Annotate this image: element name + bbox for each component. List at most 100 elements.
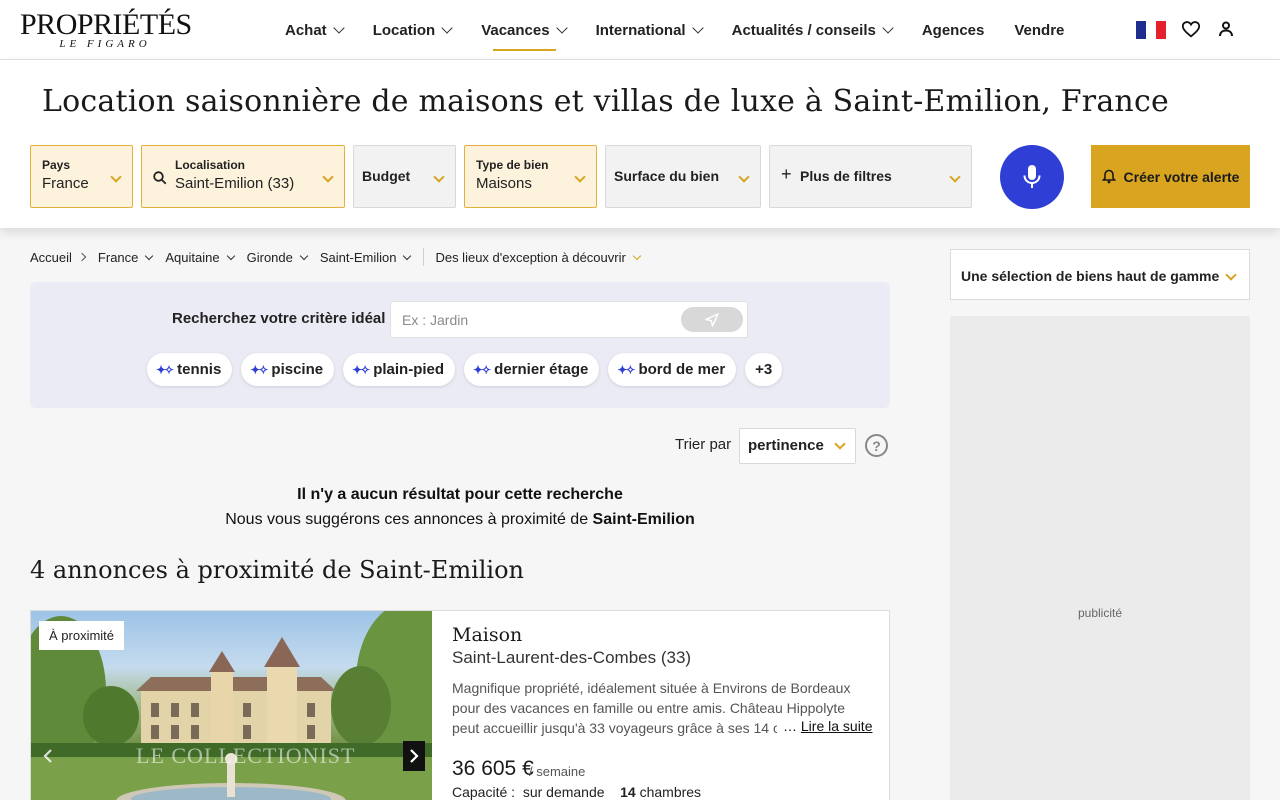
sparkle-icon: ✦✧ — [473, 362, 491, 377]
breadcrumb-divider — [423, 248, 425, 266]
tag-piscine[interactable]: ✦✧ piscine — [241, 353, 335, 386]
listing-card[interactable]: LE COLLECTIONIST À proximité Maison Sain… — [30, 610, 890, 800]
sparkle-icon: ✦✧ — [250, 362, 268, 377]
chevron-down-icon — [322, 171, 334, 183]
filter-surface[interactable]: Surface du bien — [605, 145, 761, 208]
carousel-prev-button[interactable] — [37, 741, 59, 771]
breadcrumb-lieux-exception-label: Des lieux d'exception à découvrir — [435, 249, 626, 265]
chevron-down-icon — [299, 251, 309, 260]
chevron-down-icon — [949, 171, 961, 183]
voice-search-button[interactable] — [1000, 145, 1064, 209]
filter-pays-value: France — [42, 175, 89, 192]
premium-selection-dropdown[interactable]: Une sélection de biens haut de gamme — [950, 249, 1250, 300]
rooms-label: chambres — [639, 784, 702, 800]
nav-actualites[interactable]: Actualités / conseils — [731, 0, 894, 60]
logo-main-text: PROPRIÉTÉS — [20, 8, 192, 41]
criteria-search-box: Recherchez votre critère idéal : ✦✧tenni… — [30, 282, 890, 408]
no-results-subtitle: Nous vous suggérons ces annonces à proxi… — [30, 511, 890, 529]
chevron-down-icon — [1225, 269, 1237, 281]
sort-select[interactable]: pertinence — [739, 428, 856, 464]
microphone-icon — [1023, 165, 1041, 188]
advertisement-label: publicité — [1077, 606, 1123, 620]
breadcrumb: Accueil France Aquitaine Gironde Saint-E… — [30, 248, 653, 266]
filter-pays[interactable]: Pays France — [30, 145, 133, 208]
tag-plain-pied-label: plain-pied — [373, 361, 445, 378]
help-icon[interactable]: ? — [865, 434, 888, 457]
chevron-right-icon — [77, 252, 87, 262]
nav-achat[interactable]: Achat — [285, 0, 345, 60]
tag-dernier-etage[interactable]: ✦✧ dernier étage — [464, 353, 600, 386]
criteria-submit-button[interactable] — [681, 307, 743, 332]
advertisement-slot: publicité — [950, 316, 1250, 800]
listing-capacity: Capacité : sur demande 14 chambres — [452, 784, 701, 800]
nav-vacances-label: Vacances — [481, 21, 550, 39]
filter-budget[interactable]: Budget — [353, 145, 456, 208]
chevron-down-icon — [110, 171, 122, 183]
send-icon — [705, 312, 719, 327]
breadcrumb-france[interactable]: France — [98, 250, 154, 265]
search-icon — [153, 171, 167, 185]
rooms-count: 14 — [620, 784, 636, 800]
breadcrumb-lieux-exception[interactable]: Des lieux d'exception à découvrir — [435, 249, 642, 265]
nav-agences[interactable]: Agences — [922, 0, 985, 60]
tag-dernier-etage-label: dernier étage — [494, 361, 589, 378]
filter-surface-label: Surface du bien — [614, 168, 720, 184]
nav-vendre-label: Vendre — [1014, 21, 1065, 39]
heart-icon[interactable] — [1180, 18, 1202, 40]
chevron-down-icon — [226, 251, 235, 260]
tag-more-button[interactable]: +3 — [745, 353, 783, 386]
breadcrumb-accueil-label: Accueil — [30, 249, 72, 265]
create-alert-button[interactable]: Créer votre alerte — [1091, 145, 1250, 208]
nav-location[interactable]: Location — [372, 0, 453, 60]
plus-icon: + — [781, 164, 792, 184]
filter-budget-label: Budget — [362, 168, 411, 184]
no-results-title: Il n'y a aucun résultat pour cette reche… — [297, 486, 623, 503]
france-flag-icon[interactable] — [1136, 21, 1166, 39]
user-icon[interactable] — [1215, 18, 1237, 40]
filter-plus[interactable]: + Plus de filtres — [769, 145, 972, 208]
listing-photo[interactable]: LE COLLECTIONIST À proximité — [31, 611, 432, 800]
nav-vendre[interactable]: Vendre — [1014, 0, 1064, 60]
chevron-down-icon — [333, 22, 345, 34]
proximity-badge: À proximité — [39, 621, 125, 650]
chevron-down-icon — [738, 171, 750, 183]
flag-blue-stripe — [1136, 21, 1146, 39]
breadcrumb-accueil[interactable]: Accueil — [30, 249, 87, 265]
filter-localisation-label: Localisation — [175, 158, 246, 172]
sparkle-icon: ✦✧ — [617, 362, 635, 377]
no-results-subtitle-text: Nous vous suggérons ces annonces à proxi… — [225, 511, 593, 528]
tag-tennis[interactable]: ✦✧ tennis — [147, 353, 233, 386]
nav-vacances[interactable]: Vacances — [481, 0, 568, 60]
chevron-down-icon — [691, 22, 704, 34]
search-band: Location saisonnière de maisons et villa… — [0, 60, 1280, 228]
listing-photo-watermark: LE COLLECTIONIST — [136, 743, 356, 768]
breadcrumb-aquitaine[interactable]: Aquitaine — [165, 250, 235, 265]
filter-pays-label: Pays — [42, 158, 71, 172]
nav-international[interactable]: International — [596, 0, 704, 60]
flag-white-stripe — [1146, 21, 1156, 39]
filter-localisation[interactable]: Localisation Saint-Emilion (33) — [141, 145, 345, 208]
breadcrumb-gironde[interactable]: Gironde — [246, 249, 309, 265]
chevron-down-icon — [403, 251, 412, 260]
nav-actualites-label: Actualités / conseils — [731, 21, 876, 39]
chevron-down-icon — [145, 251, 154, 260]
top-header: PROPRIÉTÉS LE FIGARO Achat Location Vaca… — [0, 0, 1280, 60]
listing-city: Saint-Laurent-des-Combes (33) — [452, 648, 692, 667]
breadcrumb-saint-emilion[interactable]: Saint-Emilion — [320, 250, 412, 265]
flag-red-stripe — [1156, 21, 1166, 39]
tag-bord-de-mer[interactable]: ✦✧ bord de mer — [608, 353, 737, 386]
listing-price: 36 605 € — [452, 757, 534, 780]
chevron-down-icon — [574, 171, 586, 183]
nav-agences-label: Agences — [921, 21, 985, 39]
filter-type-bien-label: Type de bien — [476, 158, 549, 172]
read-more-link[interactable]: … Lire la suite — [777, 718, 873, 734]
tag-piscine-label: piscine — [271, 361, 324, 378]
tag-plain-pied[interactable]: ✦✧ plain-pied — [343, 353, 456, 386]
breadcrumb-gironde-label: Gironde — [246, 249, 293, 265]
sort-value: pertinence — [748, 437, 824, 454]
main-nav: Achat Location Vacances International Ac… — [285, 0, 1094, 60]
nav-location-label: Location — [372, 21, 436, 39]
site-logo[interactable]: PROPRIÉTÉS LE FIGARO — [20, 8, 192, 50]
carousel-next-button[interactable] — [403, 741, 425, 771]
filter-type-bien[interactable]: Type de bien Maisons — [464, 145, 597, 208]
